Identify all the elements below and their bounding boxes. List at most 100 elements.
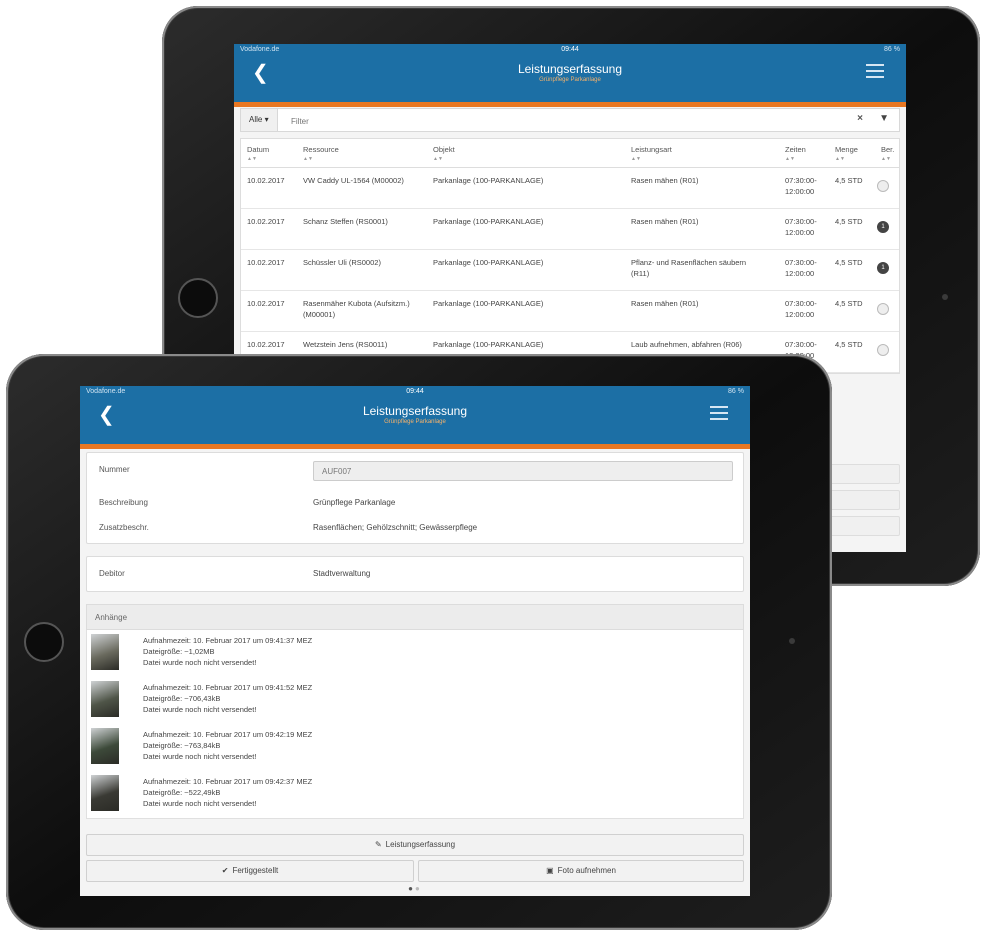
col-menge[interactable]: Menge ▲▼ <box>835 145 858 162</box>
debitor-label: Debitor <box>99 569 125 578</box>
col-datum[interactable]: Datum ▲▼ <box>247 145 269 162</box>
table-cell-objekt: Parkanlage (100-PARKANLAGE) <box>433 176 544 185</box>
app-header: Vodafone.de 09:44 86 % ❮ Leistungserfass… <box>80 386 750 449</box>
nummer-label: Nummer <box>99 465 130 474</box>
table-cell-ressource: Wetzstein Jens (RS0011) <box>303 340 388 349</box>
col-ressource[interactable]: Ressource ▲▼ <box>303 145 339 162</box>
pencil-icon: ✎ <box>374 840 382 849</box>
attachment-info: Aufnahmezeit: 10. Februar 2017 um 09:41:… <box>143 635 312 668</box>
page-subtitle: Grünpflege Parkanlage <box>384 419 446 425</box>
attachment-size: Dateigröße: ~706,43kB <box>143 694 221 703</box>
table-cell-menge: 4,5 STD <box>835 299 863 308</box>
table-row[interactable]: 10.02.2017 Schanz Steffen (RS0001) Parkanl… <box>241 209 899 250</box>
ber-status-icon[interactable] <box>877 180 889 192</box>
table-cell-datum: 10.02.2017 <box>247 299 285 308</box>
home-button[interactable] <box>178 278 218 318</box>
camera-icon <box>942 294 948 300</box>
beschreibung-label: Beschreibung <box>99 498 148 507</box>
table-row[interactable]: 10.02.2017 VW Caddy UL-1564 (M00002) Parka… <box>241 168 899 209</box>
fertiggestellt-button[interactable]: ✔ Fertiggestellt <box>86 860 414 882</box>
attachment-time: Aufnahmezeit: 10. Februar 2017 um 09:41:… <box>143 636 313 645</box>
table-cell-ressource: Schanz Steffen (RS0001) <box>303 217 388 226</box>
filter-input[interactable] <box>289 112 793 130</box>
photo-thumbnail[interactable] <box>91 681 119 717</box>
attachment-size: Dateigröße: ~1,02MB <box>143 647 215 656</box>
table-cell-zeiten: 07:30:00- 12:00:00 <box>785 299 817 319</box>
table-cell-objekt: Parkanlage (100-PARKANLAGE) <box>433 258 544 267</box>
status-bar: Vodafone.de 09:44 86 % <box>80 386 750 398</box>
table-cell-objekt: Parkanlage (100-PARKANLAGE) <box>433 299 544 308</box>
clear-icon[interactable]: × <box>857 113 863 124</box>
table-cell-menge: 4,5 STD <box>835 176 863 185</box>
attachment-time: Aufnahmezeit: 10. Februar 2017 um 09:41:… <box>143 683 313 692</box>
page-subtitle: Grünpflege Parkanlage <box>539 77 601 83</box>
page-title: Leistungserfassung <box>362 404 468 418</box>
col-objekt[interactable]: Objekt ▲▼ <box>433 145 455 162</box>
camera-icon: ▣ <box>546 866 554 875</box>
table-cell-menge: 4,5 STD <box>835 258 863 267</box>
attachment-time: Aufnahmezeit: 10. Februar 2017 um 09:42:… <box>143 777 313 786</box>
photo-thumbnail[interactable] <box>91 775 119 811</box>
zusatz-label: Zusatzbeschr. <box>99 523 149 532</box>
camera-icon <box>789 638 795 644</box>
col-zeiten[interactable]: Zeiten ▲▼ <box>785 145 806 162</box>
records-table: Datum ▲▼ Ressource ▲▼ Objekt ▲▼ Leistungsar… <box>240 138 900 374</box>
attachment-status: Datei wurde noch nicht versendet! <box>143 705 257 714</box>
page-indicator[interactable]: ●● <box>80 884 750 893</box>
ber-status-icon[interactable]: 1 <box>877 221 889 233</box>
foto-aufnehmen-button[interactable]: ▣ Foto aufnehmen <box>418 860 744 882</box>
table-cell-zeiten: 07:30:00- 12:00:00 <box>785 176 817 196</box>
photo-thumbnail[interactable] <box>91 728 119 764</box>
attachment-item[interactable]: Aufnahmezeit: 10. Februar 2017 um 09:42:… <box>86 771 744 819</box>
attachment-info: Aufnahmezeit: 10. Februar 2017 um 09:42:… <box>143 729 312 762</box>
hamburger-icon[interactable] <box>866 64 884 82</box>
hamburger-icon[interactable] <box>710 406 728 424</box>
table-cell-menge: 4,5 STD <box>835 340 863 349</box>
table-cell-objekt: Parkanlage (100-PARKANLAGE) <box>433 217 544 226</box>
table-cell-menge: 4,5 STD <box>835 217 863 226</box>
table-row[interactable]: 10.02.2017 Rasenmäher Kubota (Aufsitzm.) … <box>241 291 899 332</box>
table-cell-leistungsart: Rasen mähen (R01) <box>631 299 699 308</box>
filter-bar: Alle ▾ × ▼ <box>240 108 900 132</box>
debitor-value: Stadtverwaltung <box>313 569 371 578</box>
battery-label: 86 % <box>728 388 744 395</box>
attachment-item[interactable]: Aufnahmezeit: 10. Februar 2017 um 09:42:… <box>86 724 744 772</box>
status-time: 09:44 <box>406 388 424 395</box>
attachment-item[interactable]: Aufnahmezeit: 10. Februar 2017 um 09:41:… <box>86 630 744 678</box>
attachment-time: Aufnahmezeit: 10. Februar 2017 um 09:42:… <box>143 730 313 739</box>
table-header: Datum ▲▼ Ressource ▲▼ Objekt ▲▼ Leistungsar… <box>241 139 899 168</box>
status-time: 09:44 <box>561 46 579 53</box>
page-title: Leistungserfassung <box>517 62 623 76</box>
table-row[interactable]: 10.02.2017 Schüssler Uli (RS0002) Parkanla… <box>241 250 899 291</box>
table-cell-leistungsart: Pflanz- und Rasenflächen säubern (R11) <box>631 258 747 278</box>
table-cell-ressource: Schüssler Uli (RS0002) <box>303 258 381 267</box>
leistungserfassung-button[interactable]: ✎ Leistungserfassung <box>86 834 744 856</box>
table-cell-datum: 10.02.2017 <box>247 176 285 185</box>
photo-thumbnail[interactable] <box>91 634 119 670</box>
ber-status-icon[interactable]: 1 <box>877 262 889 274</box>
home-button[interactable] <box>24 622 64 662</box>
table-cell-datum: 10.02.2017 <box>247 258 285 267</box>
col-leistungsart[interactable]: Leistungsart ▲▼ <box>631 145 672 162</box>
order-details-panel: Nummer AUF007 Beschreibung Grünpflege Pa… <box>86 452 744 544</box>
app-header: Vodafone.de 09:44 86 % ❮ Leistungserfass… <box>234 44 906 107</box>
attachment-size: Dateigröße: ~522,49kB <box>143 788 221 797</box>
attachment-info: Aufnahmezeit: 10. Februar 2017 um 09:41:… <box>143 682 312 715</box>
table-cell-ressource: VW Caddy UL-1564 (M00002) <box>303 176 404 185</box>
table-cell-datum: 10.02.2017 <box>247 217 285 226</box>
ipad-front-device: Vodafone.de 09:44 86 % ❮ Leistungserfass… <box>6 354 832 930</box>
table-cell-datum: 10.02.2017 <box>247 340 285 349</box>
funnel-icon[interactable]: ▼ <box>879 113 889 124</box>
attachments-header: Anhänge <box>86 604 744 630</box>
attachment-item[interactable]: Aufnahmezeit: 10. Februar 2017 um 09:41:… <box>86 677 744 725</box>
checkmark-icon: ✔ <box>221 866 229 875</box>
attachment-status: Datei wurde noch nicht versendet! <box>143 752 257 761</box>
attachment-info: Aufnahmezeit: 10. Februar 2017 um 09:42:… <box>143 776 312 809</box>
col-ber[interactable]: Ber. ▲▼ <box>881 145 894 162</box>
attachment-status: Datei wurde noch nicht versendet! <box>143 799 257 808</box>
ber-status-icon[interactable] <box>877 303 889 315</box>
scope-dropdown[interactable]: Alle ▾ <box>241 109 278 131</box>
ber-status-icon[interactable] <box>877 344 889 356</box>
beschreibung-value: Grünpflege Parkanlage <box>313 498 396 507</box>
table-cell-objekt: Parkanlage (100-PARKANLAGE) <box>433 340 544 349</box>
